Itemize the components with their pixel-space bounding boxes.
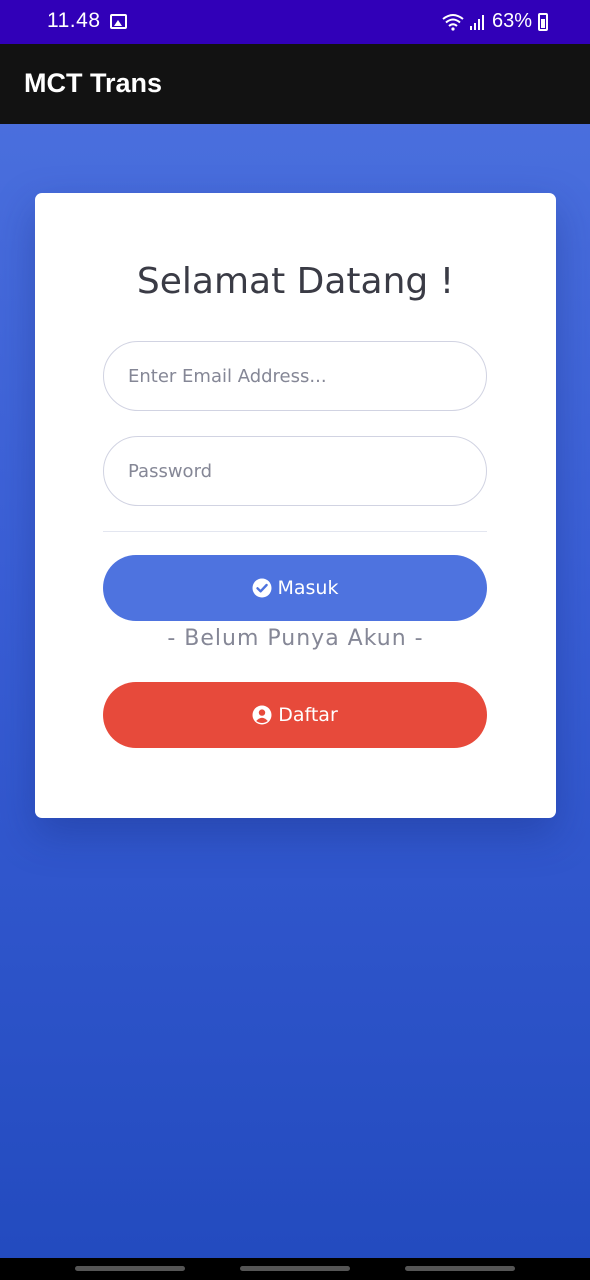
status-time: 11.48 xyxy=(47,9,101,32)
system-nav-bar xyxy=(0,1258,590,1280)
register-hint: - Belum Punya Akun - xyxy=(167,626,424,651)
email-field[interactable] xyxy=(103,341,487,411)
login-card: Selamat Datang ! Masuk - Belum Punya Aku… xyxy=(35,193,556,818)
nav-home-handle[interactable] xyxy=(240,1266,350,1271)
masuk-button[interactable]: Masuk xyxy=(103,555,487,621)
status-indicators: 63% xyxy=(442,10,548,33)
daftar-button[interactable]: Daftar xyxy=(103,682,487,748)
welcome-heading: Selamat Datang ! xyxy=(136,261,455,302)
divider xyxy=(103,531,487,532)
masuk-label: Masuk xyxy=(277,577,339,599)
daftar-label: Daftar xyxy=(278,704,338,726)
wifi-icon xyxy=(442,13,464,31)
nav-back-handle[interactable] xyxy=(405,1266,515,1271)
user-circle-icon xyxy=(252,705,272,725)
battery-percentage: 63% xyxy=(491,10,532,32)
app-bar: MCT Trans xyxy=(0,44,590,124)
check-circle-icon xyxy=(252,578,271,598)
image-icon xyxy=(110,14,127,29)
password-field[interactable] xyxy=(103,436,487,506)
signal-icon xyxy=(469,14,486,30)
app-title: MCT Trans xyxy=(24,68,163,98)
status-bar: 11.48 63% xyxy=(0,0,590,44)
nav-recents-handle[interactable] xyxy=(75,1266,185,1271)
battery-icon xyxy=(538,12,548,31)
